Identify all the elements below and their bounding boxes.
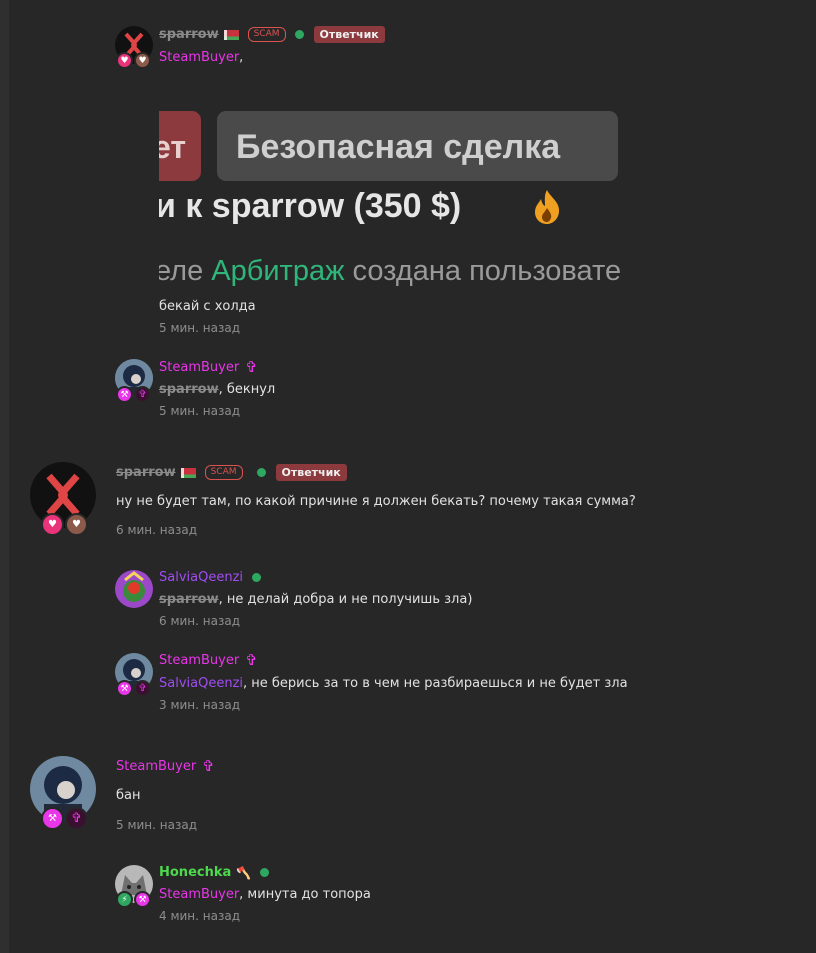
cross-icon: ✞ [134,386,151,403]
scam-badge: SCAM [204,465,243,480]
heart-icon: ♥ [41,513,64,536]
username[interactable]: Honechka [159,865,231,880]
timestamp[interactable]: 5 мин. назад [116,818,197,832]
cross-icon: ✞ [245,358,258,376]
online-dot [260,868,270,877]
axe-icon: 🪓 [236,865,252,880]
timestamp[interactable]: 5 мин. назад [159,321,240,335]
embed-title: и к sparrow (350 $) [159,187,462,225]
comment-text-2: бекай с холда [159,299,256,314]
hammer-icon: ⚒ [41,807,64,830]
online-dot [252,573,262,582]
cross-icon: ✞ [65,807,88,830]
mention[interactable]: sparrow [159,382,219,397]
scam-badge: SCAM [247,27,286,42]
bolt-icon: ⚡ [116,891,133,908]
mention[interactable]: SteamBuyer [159,50,239,65]
hammer-icon: ⚒ [116,386,133,403]
cross-icon: ✞ [202,757,215,775]
username[interactable]: SalviaQeenzi [159,570,243,585]
cross-icon: ✞ [134,680,151,697]
comment-text: SteamBuyer, [159,50,244,65]
hammer-icon: ⚒ [116,680,133,697]
username[interactable]: SteamBuyer [116,759,196,774]
timestamp[interactable]: 6 мин. назад [159,614,240,628]
embed-red-label: ет [159,129,187,165]
role-badge: Ответчик [275,464,347,481]
fire-icon [530,188,564,230]
comment-text: SteamBuyer, минута до топора [159,887,371,902]
flag-icon [223,29,239,40]
timestamp[interactable]: 3 мин. назад [159,698,240,712]
comment-text: ну не будет там, по какой причине я долж… [116,494,636,509]
comment-text: бан [116,788,141,803]
heart-icon: ♥ [65,513,88,536]
comment-text: sparrow, не делай добра и не получишь зл… [159,592,473,607]
timestamp[interactable]: 4 мин. назад [159,909,240,923]
online-dot [256,468,266,477]
comment-text: SalviaQeenzi, не берись за то в чем не р… [159,676,628,691]
mention[interactable]: SteamBuyer [159,887,239,902]
embedded-image[interactable]: ет Безопасная сделка и к sparrow (350 $)… [159,100,693,296]
comment-text: sparrow, бекнул [159,382,276,397]
username[interactable]: sparrow [159,27,219,42]
cross-icon: ✞ [245,651,258,669]
username[interactable]: SteamBuyer [159,653,239,668]
timestamp[interactable]: 5 мин. назад [159,404,240,418]
avatar[interactable] [115,570,153,608]
hammer-icon: ⚒ [134,891,151,908]
embed-subtitle: еле Арбитраж создана пользовате [159,255,622,287]
heart-icon: ♥ [116,52,133,69]
username[interactable]: sparrow [116,465,176,480]
heart-icon: ♥ [134,52,151,69]
username[interactable]: SteamBuyer [159,360,239,375]
mention[interactable]: sparrow [159,592,219,607]
online-dot [294,30,304,39]
embed-gray-label: Безопасная сделка [236,128,561,166]
timestamp[interactable]: 6 мин. назад [116,523,197,537]
mention[interactable]: SalviaQeenzi [159,676,243,691]
left-scroll-strip [0,0,9,953]
flag-icon [180,467,196,478]
role-badge: Ответчик [313,26,385,43]
